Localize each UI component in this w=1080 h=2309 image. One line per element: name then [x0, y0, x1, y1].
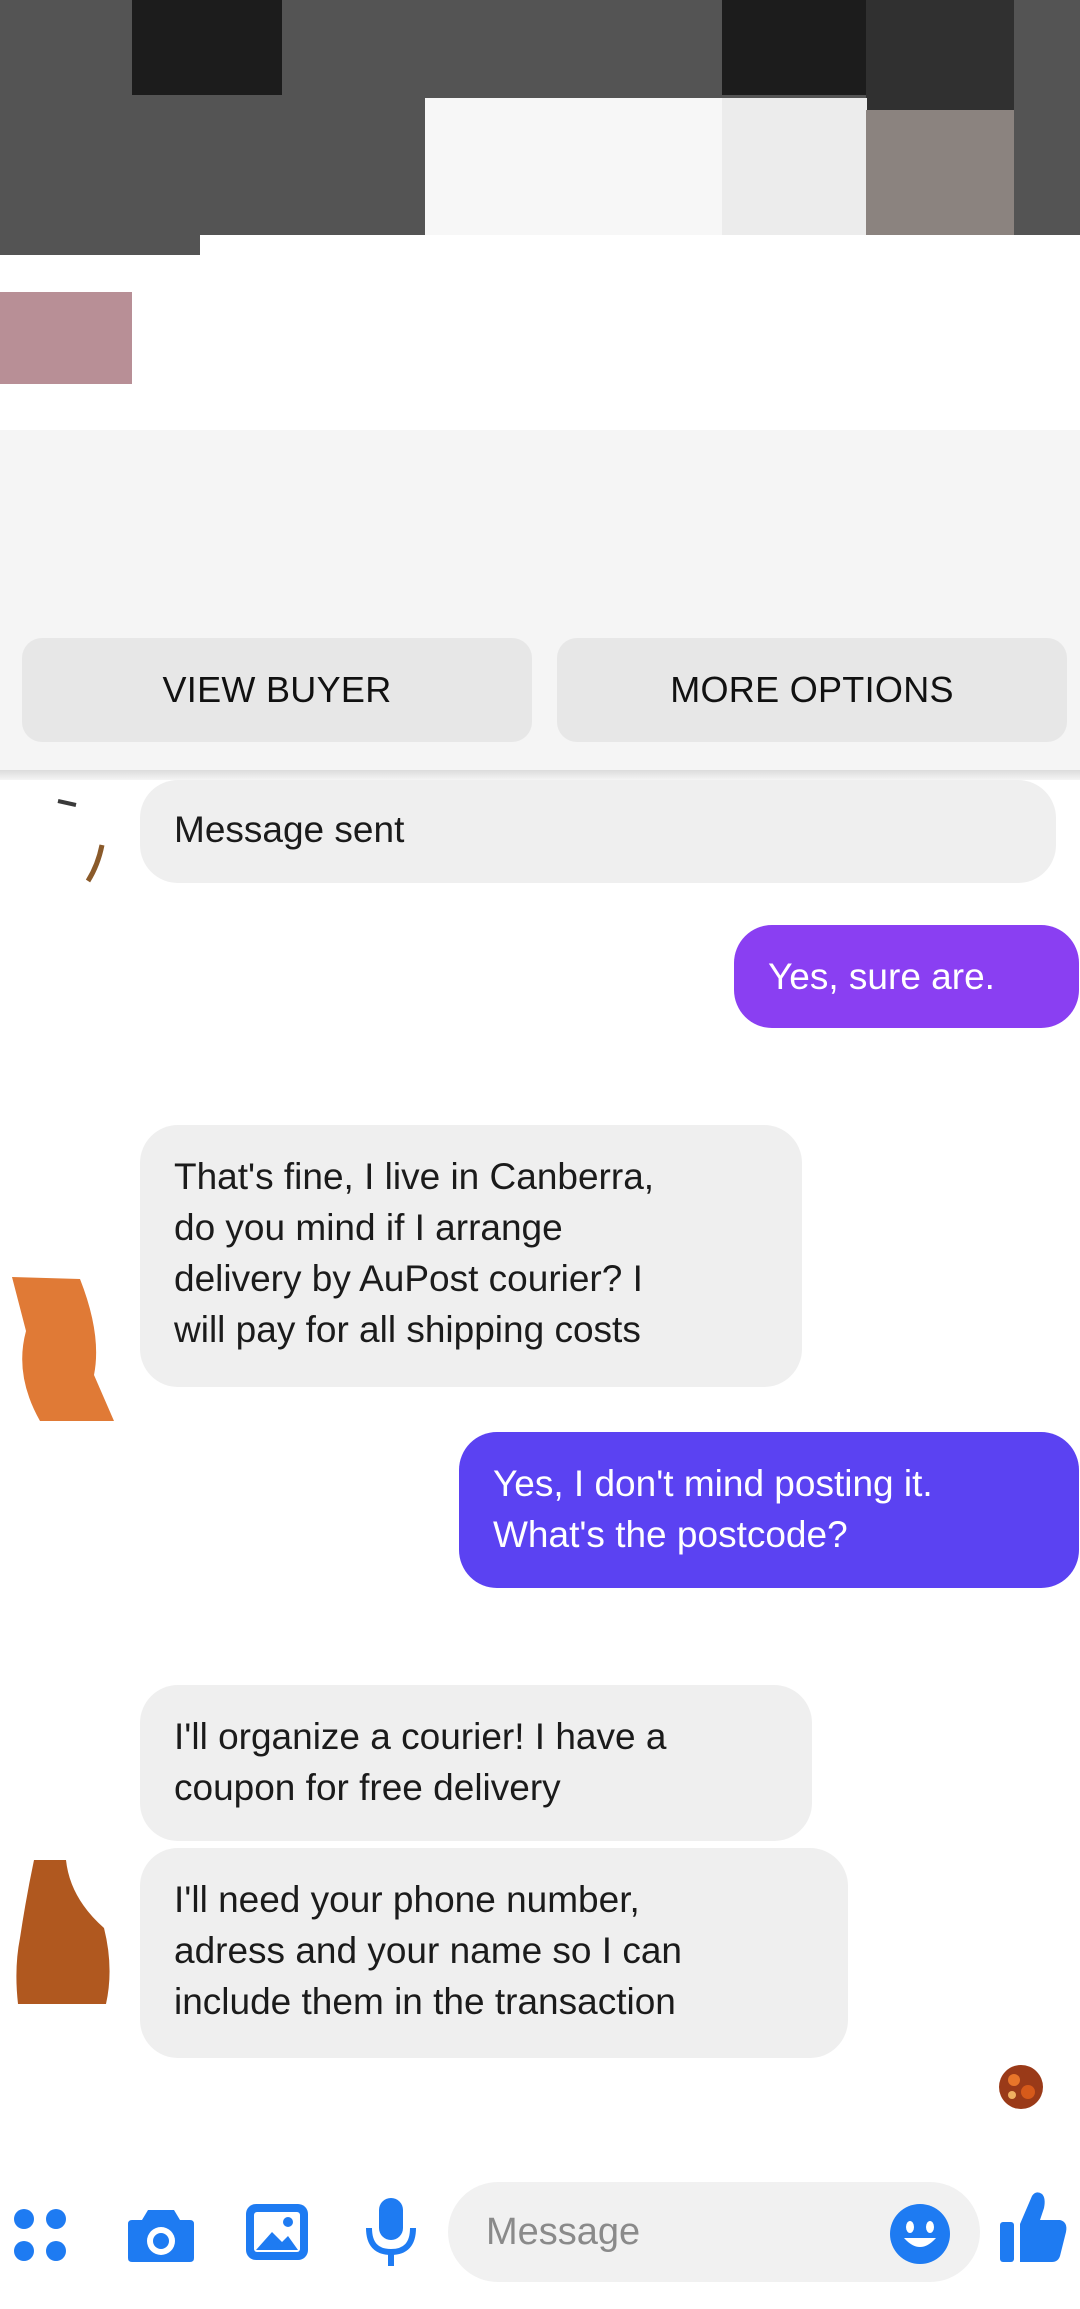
redacted-block [132, 0, 282, 95]
redacted-block [722, 0, 867, 95]
redacted-block [722, 98, 867, 248]
redacted-avatar [0, 292, 132, 384]
listing-header: VIEW BUYER MORE OPTIONS [0, 0, 1080, 780]
more-options-button[interactable]: MORE OPTIONS [557, 638, 1067, 742]
view-buyer-button[interactable]: VIEW BUYER [22, 638, 532, 742]
message-bubble-incoming[interactable]: That's fine, I live in Canberra, do you … [140, 1125, 802, 1387]
redacted-avatar [12, 1277, 114, 1421]
camera-icon[interactable] [126, 2200, 196, 2266]
redacted-avatar [16, 1860, 110, 2004]
redacted-block [866, 110, 1014, 240]
message-bubble-outgoing[interactable]: Yes, sure are. [734, 925, 1079, 1028]
gallery-icon[interactable] [244, 2200, 310, 2266]
microphone-icon[interactable] [364, 2196, 418, 2272]
redacted-block [866, 0, 1014, 110]
composer-bar [0, 2160, 1080, 2309]
message-bubble-incoming[interactable]: I'll need your phone number, adress and … [140, 1848, 848, 2058]
message-bubble-incoming[interactable]: Message sent [140, 780, 1056, 883]
thumbs-up-icon[interactable] [998, 2190, 1068, 2266]
divider [0, 770, 1080, 780]
buyer-action-bar: VIEW BUYER MORE OPTIONS [0, 430, 1080, 780]
redacted-block [200, 235, 1080, 265]
emoji-icon[interactable] [888, 2202, 952, 2266]
seen-receipt-avatar [999, 2065, 1043, 2109]
message-bubble-incoming[interactable]: I'll organize a courier! I have a coupon… [140, 1685, 812, 1841]
apps-grid-icon[interactable] [10, 2205, 70, 2265]
redacted-avatar [57, 799, 105, 883]
redacted-block [0, 255, 1080, 395]
message-bubble-outgoing[interactable]: Yes, I don't mind posting it. What's the… [459, 1432, 1079, 1588]
